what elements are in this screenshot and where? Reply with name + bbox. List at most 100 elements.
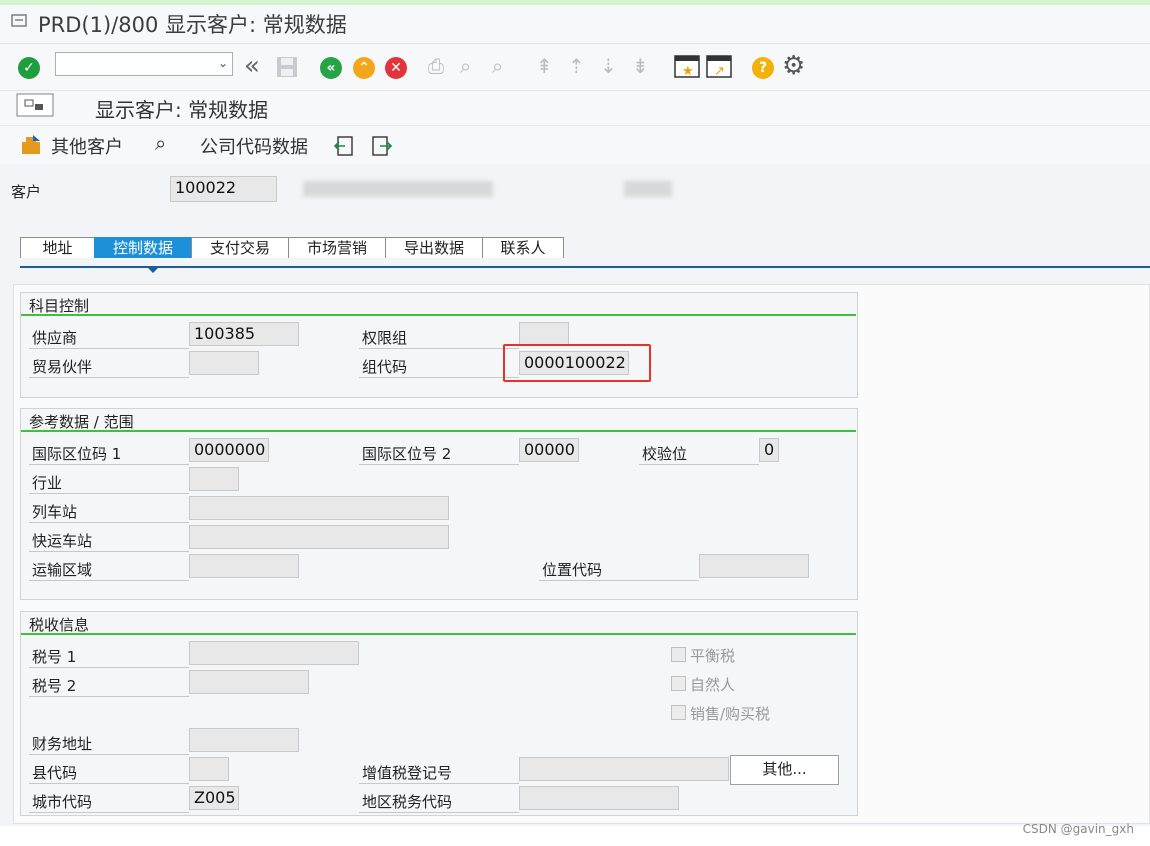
location-no-1-label: 国际区位码 1 [32,445,122,463]
create-shortcut-icon[interactable]: ↗ [706,55,732,79]
industry-label: 行业 [32,474,63,492]
label-underline [29,522,189,523]
location-code-label: 位置代码 [542,561,603,579]
reference-data-section: 参考数据 / 范围 国际区位码 1 0000000 国际区位号 2 00000 … [20,408,858,600]
natural-person-label: 自然人 [690,676,736,694]
tab-export-data[interactable]: 导出数据 [385,237,483,258]
label-underline [29,783,189,784]
glasses-icon: ⌕ [155,131,167,155]
label-underline [639,464,759,465]
label-underline [359,812,519,813]
window-menu-icon[interactable] [11,13,29,29]
settings-gear-icon[interactable]: ⚙ [782,51,805,81]
label-underline [359,348,519,349]
other-vat-button[interactable]: 其他... [730,755,839,785]
location-code-field[interactable] [699,554,809,578]
exit-icon[interactable]: ⌃ [353,57,375,79]
company-code-data-label: 公司代码数据 [200,137,308,158]
fiscal-address-field[interactable] [189,728,299,752]
section-title: 税收信息 [29,616,90,634]
check-digit-label: 校验位 [642,445,688,463]
previous-page-icon[interactable]: ⇡ [568,54,585,78]
label-underline [29,348,189,349]
help-icon[interactable]: ? [752,57,774,79]
check-digit-field[interactable]: 0 [759,438,779,462]
label-underline [29,551,189,552]
vat-reg-no-field[interactable] [519,757,729,781]
trading-partner-field[interactable] [189,351,259,375]
cancel-icon[interactable]: ✕ [385,57,407,79]
tax-number-1-field[interactable] [189,641,359,665]
group-key-label: 组代码 [362,358,408,376]
industry-field[interactable] [189,467,239,491]
customer-number-field[interactable]: 100022 [170,176,277,202]
command-field[interactable]: ⌄ [55,52,233,76]
express-station-label: 快运车站 [32,532,93,550]
tax-jurisdiction-field[interactable] [519,786,679,810]
back-icon[interactable]: « [320,57,342,79]
label-underline [29,580,189,581]
customer-label: 客户 [11,183,42,201]
enter-check-icon[interactable]: ✓ [18,57,40,79]
active-tab-marker [148,268,158,273]
next-entry-icon[interactable] [371,135,393,157]
watermark: CSDN @gavin_gxh [1022,822,1134,836]
label-underline [29,377,189,378]
label-underline [539,580,699,581]
tab-underline [20,266,1150,268]
account-control-section: 科目控制 供应商 100385 权限组 贸易伙伴 组代码 0000100022 [20,292,858,398]
section-divider [21,633,856,635]
tab-marketing[interactable]: 市场营销 [288,237,386,258]
tax-info-section: 税收信息 税号 1 税号 2 平衡税 自然人 销售/购买税 财务地址 县代码 增… [20,611,858,816]
tax-number-2-field[interactable] [189,670,309,694]
section-divider [21,314,856,316]
tax-number-2-label: 税号 2 [32,677,77,695]
vendor-field[interactable]: 100385 [189,322,299,346]
next-page-icon[interactable]: ⇣ [600,54,617,78]
tab-contact-persons[interactable]: 联系人 [482,237,564,258]
tab-payment-transactions[interactable]: 支付交易 [191,237,289,258]
print-icon[interactable]: ⎙ [428,54,444,78]
transport-zone-field[interactable] [189,554,299,578]
label-underline [359,783,519,784]
create-session-icon[interactable]: ★ [674,55,700,79]
location-no-1-field[interactable]: 0000000 [189,438,269,462]
sales-purchase-tax-label: 销售/购买税 [690,705,771,723]
save-icon[interactable] [275,55,299,79]
menu-expand-icon[interactable] [16,93,54,117]
chevron-down-icon[interactable]: ⌄ [218,56,228,70]
tab-control-data[interactable]: 控制数据 [94,237,192,258]
city-code-field[interactable]: Z005 [189,786,239,810]
sales-purchase-tax-checkbox[interactable] [671,705,686,720]
tax-jurisdiction-label: 地区税务代码 [362,793,453,811]
natural-person-checkbox[interactable] [671,676,686,691]
previous-entry-icon[interactable] [333,135,355,157]
equalization-tax-checkbox[interactable] [671,647,686,662]
redacted-customer-name [303,181,493,197]
tab-address[interactable]: 地址 [20,237,95,258]
last-page-icon[interactable]: ⇟ [632,54,649,78]
train-station-field[interactable] [189,496,449,520]
auth-group-field[interactable] [519,322,569,346]
label-underline [29,493,189,494]
fiscal-address-label: 财务地址 [32,735,93,753]
vendor-label: 供应商 [32,329,78,347]
section-divider [21,430,856,432]
location-no-2-field[interactable]: 00000 [519,438,579,462]
svg-text:★: ★ [682,64,694,79]
county-code-field[interactable] [189,757,229,781]
section-title: 参考数据 / 范围 [29,413,134,431]
find-next-icon[interactable]: ⌕ [492,54,503,78]
auth-group-label: 权限组 [362,329,408,347]
label-underline [29,754,189,755]
location-no-2-label: 国际区位号 2 [362,445,452,463]
label-underline [29,464,189,465]
customer-switch-icon [22,135,40,154]
collapse-command-icon[interactable]: « [244,51,260,81]
express-station-field[interactable] [189,525,449,549]
equalization-tax-label: 平衡税 [690,647,736,665]
train-station-label: 列车站 [32,503,78,521]
find-icon[interactable]: ⌕ [460,54,471,78]
window-title: PRD(1)/800 显示客户: 常规数据 [38,13,347,37]
first-page-icon[interactable]: ⇞ [536,54,553,78]
